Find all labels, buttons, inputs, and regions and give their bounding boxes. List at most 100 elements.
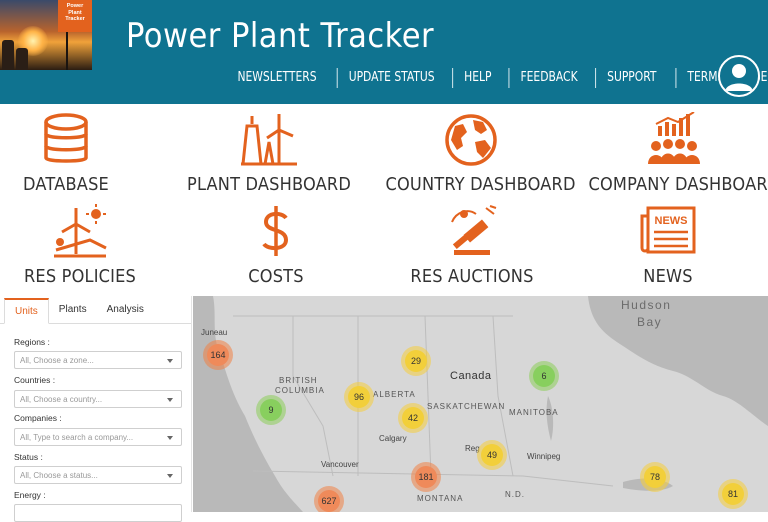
countries-label: Countries :	[14, 375, 56, 385]
map-cluster-core: 29	[405, 350, 427, 372]
map-label-manitoba: MANITOBA	[509, 408, 559, 417]
map-view[interactable]: Hudson Bay Canada BRITISH COLUMBIA ALBER…	[193, 296, 768, 512]
companies-placeholder: All, Type to search a company...	[20, 433, 134, 442]
map-cluster-core: 81	[722, 483, 744, 505]
tile-label: NEWS	[643, 266, 693, 287]
tile-label: COUNTRY DASHBOARD	[385, 174, 576, 195]
map-cluster[interactable]: 29	[401, 346, 431, 376]
nav-support[interactable]: SUPPORT	[595, 68, 667, 88]
renewable-policy-icon	[54, 204, 107, 258]
map-label-british: BRITISH	[279, 376, 318, 385]
map-water-lake-winnipeg	[546, 396, 554, 441]
map-label-alberta: ALBERTA	[373, 390, 416, 399]
countries-placeholder: All, Choose a country...	[20, 395, 103, 404]
map-label-juneau: Juneau	[201, 328, 228, 337]
status-label: Status :	[14, 452, 43, 462]
map-cluster-core: 78	[644, 466, 666, 488]
map-label-columbia: COLUMBIA	[275, 386, 325, 395]
tile-res-auctions[interactable]: RES AUCTIONS	[377, 204, 567, 287]
nav-newsletters[interactable]: NEWSLETTERS	[226, 68, 327, 88]
tile-label: RES AUCTIONS	[410, 266, 534, 287]
nav-help[interactable]: HELP	[452, 68, 503, 88]
news-badge-text: NEWS	[655, 215, 688, 227]
map-cluster-core: 6	[533, 365, 555, 387]
tab-analysis[interactable]: Analysis	[97, 298, 154, 324]
map-border-sask-manitoba	[424, 315, 432, 477]
logo-badge: Power Plant Tracker	[58, 0, 92, 32]
countries-select[interactable]: All, Choose a country...	[14, 390, 182, 408]
map-border-bc-alberta	[292, 316, 334, 477]
companies-select[interactable]: All, Type to search a company...	[14, 428, 182, 446]
tile-costs[interactable]: COSTS	[181, 204, 371, 287]
map-label-canada: Canada	[450, 370, 492, 382]
app-logo[interactable]: Power Plant Tracker	[0, 0, 92, 70]
newspaper-icon: NEWS	[640, 206, 696, 254]
app-title: Power Plant Tracker	[126, 16, 435, 56]
regions-label: Regions :	[14, 337, 50, 347]
nav-update-status[interactable]: UPDATE STATUS	[336, 68, 446, 88]
tile-country-dashboard[interactable]: COUNTRY DASHBOARD	[376, 112, 576, 195]
regions-select[interactable]: All, Choose a zone...	[14, 351, 182, 369]
map-cluster-core: 627	[318, 490, 340, 512]
globe-icon	[445, 114, 497, 166]
map-cluster[interactable]: 96	[344, 382, 374, 412]
map-cluster[interactable]: 9	[256, 395, 286, 425]
energy-select[interactable]	[14, 504, 182, 522]
top-navigation: NEWSLETTERS UPDATE STATUS HELP FEEDBACK …	[222, 66, 768, 90]
status-select[interactable]: All, Choose a status...	[14, 466, 182, 484]
map-cluster[interactable]: 81	[718, 479, 748, 509]
map-cluster-core: 164	[207, 344, 229, 366]
map-label-hudson: Hudson	[621, 298, 672, 312]
map-cluster[interactable]: 6	[529, 361, 559, 391]
user-avatar-button[interactable]	[718, 55, 760, 97]
map-label-calgary: Calgary	[379, 434, 407, 443]
chevron-down-icon	[167, 398, 173, 402]
tile-label: COSTS	[248, 266, 304, 287]
company-chart-icon	[648, 112, 700, 164]
database-icon	[44, 113, 88, 163]
map-cluster[interactable]: 49	[477, 440, 507, 470]
tile-label: RES POLICIES	[23, 266, 137, 287]
tile-plant-dashboard[interactable]: PLANT DASHBOARD	[174, 112, 364, 195]
map-cluster[interactable]: 164	[203, 340, 233, 370]
map-cluster[interactable]: 42	[398, 403, 428, 433]
logo-cooling-tower	[2, 40, 14, 70]
tile-label: DATABASE	[23, 174, 109, 195]
top-header: Power Plant Tracker Power Plant Tracker …	[0, 0, 768, 104]
map-label-saskatchewan: SASKATCHEWAN	[427, 402, 506, 411]
chevron-down-icon	[167, 436, 173, 440]
logo-text-line: Tracker	[65, 16, 85, 22]
logo-wind-turbine	[66, 30, 68, 70]
map-cluster-core: 96	[348, 386, 370, 408]
tile-label: PLANT DASHBOARD	[187, 174, 351, 195]
map-cluster-core: 49	[481, 444, 503, 466]
status-placeholder: All, Choose a status...	[20, 471, 98, 480]
map-cluster-core: 42	[402, 407, 424, 429]
tile-company-dashboard[interactable]: COMPANY DASHBOARD	[579, 112, 768, 195]
tile-label: COMPANY DASHBOARD	[588, 174, 768, 195]
chevron-down-icon	[167, 359, 173, 363]
energy-label: Energy :	[14, 490, 46, 500]
regions-placeholder: All, Choose a zone...	[20, 356, 94, 365]
panel-tabs: Units Plants Analysis	[0, 296, 191, 324]
companies-label: Companies :	[14, 413, 62, 423]
map-label-vancouver: Vancouver	[321, 460, 359, 469]
map-label-nd: N.D.	[505, 490, 525, 499]
tile-res-policies[interactable]: RES POLICIES	[0, 204, 175, 287]
tile-news[interactable]: NEWS NEWS	[573, 204, 763, 287]
map-cluster[interactable]: 78	[640, 462, 670, 492]
chevron-down-icon	[167, 474, 173, 478]
user-icon	[725, 64, 753, 91]
power-plant-icon	[241, 114, 297, 166]
map-cluster[interactable]: 627	[314, 486, 344, 512]
tile-database[interactable]: DATABASE	[0, 112, 161, 195]
map-cluster-core: 181	[415, 466, 437, 488]
tab-units[interactable]: Units	[4, 298, 49, 324]
tab-plants[interactable]: Plants	[49, 298, 97, 324]
map-cluster[interactable]: 181	[411, 462, 441, 492]
filter-panel: Units Plants Analysis Regions : All, Cho…	[0, 296, 192, 522]
logo-cooling-tower	[16, 48, 28, 70]
map-label-winnipeg: Winnipeg	[527, 452, 561, 461]
nav-feedback[interactable]: FEEDBACK	[508, 68, 589, 88]
auction-gavel-icon	[451, 205, 497, 255]
